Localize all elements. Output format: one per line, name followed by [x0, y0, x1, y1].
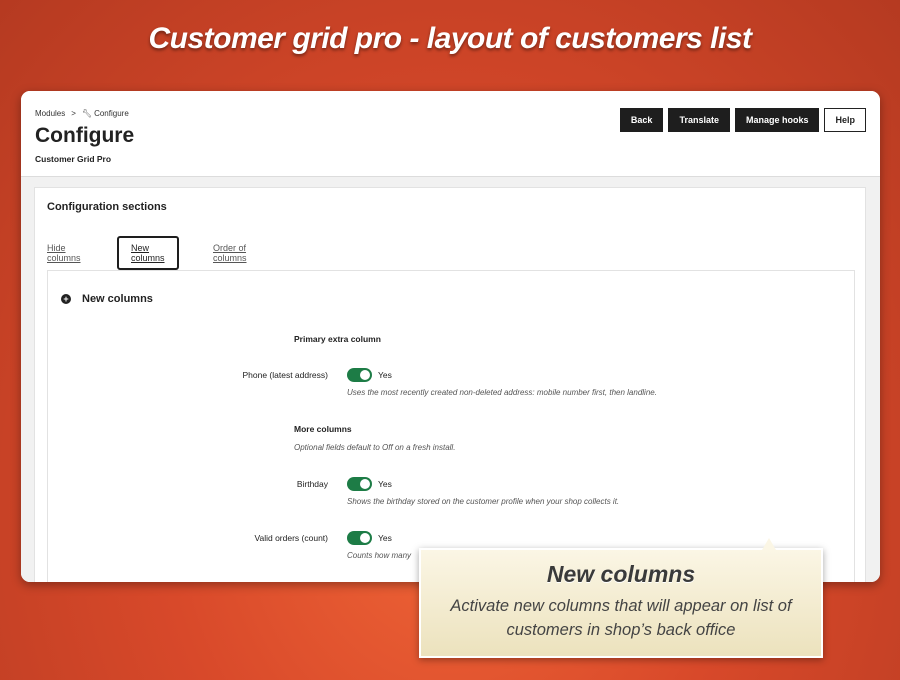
tab-hide-columns[interactable]: Hide columns [47, 236, 81, 270]
admin-window: Modules > 🔧︎ Configure Configure Customer G… [21, 91, 880, 582]
manage-hooks-button[interactable]: Manage hooks [734, 108, 820, 132]
more-columns-heading: More columns [294, 424, 352, 434]
birthday-help-text: Shows the birthday stored on the custome… [347, 497, 620, 506]
page-title: Configure [35, 124, 135, 147]
back-button[interactable]: Back [619, 108, 664, 132]
breadcrumb: Modules > 🔧︎ Configure [35, 109, 129, 118]
configuration-card: Configuration sections Hide columns New … [34, 187, 866, 582]
callout-pointer-fill [762, 538, 776, 550]
breadcrumb-separator: > [71, 109, 76, 118]
callout-text: Activate new columns that will appear on… [450, 597, 792, 639]
help-button[interactable]: Help [824, 108, 866, 132]
valid-orders-label: Valid orders (count) [254, 533, 328, 543]
banner-title: Customer grid pro - layout of customers … [148, 22, 752, 55]
wrench-icon: 🔧︎ [81, 109, 93, 118]
toggle-knob [360, 370, 370, 380]
toggle-knob [360, 533, 370, 543]
breadcrumb-configure: Configure [94, 109, 129, 118]
valid-orders-toggle[interactable] [347, 531, 372, 545]
valid-orders-toggle-label: Yes [378, 533, 392, 543]
section-header[interactable]: + New columns [61, 293, 153, 305]
toolbar: Back Translate Manage hooks Help [619, 108, 866, 132]
toggle-knob [360, 479, 370, 489]
callout-box: New columns Activate new columns that wi… [419, 548, 823, 658]
phone-help-text: Uses the most recently created non-delet… [347, 388, 657, 397]
primary-extra-column-heading: Primary extra column [294, 334, 381, 344]
page-header: Modules > 🔧︎ Configure Configure Customer G… [21, 91, 880, 176]
valid-orders-help-text: Counts how many [347, 551, 412, 560]
tab-new-columns[interactable]: New columns [117, 236, 179, 270]
phone-toggle[interactable] [347, 368, 372, 382]
breadcrumb-modules[interactable]: Modules [35, 109, 65, 118]
birthday-label: Birthday [296, 479, 328, 489]
phone-toggle-label: Yes [378, 370, 392, 380]
section-title: New columns [82, 293, 153, 305]
phone-label: Phone (latest address) [242, 370, 328, 380]
plus-circle-icon: + [61, 294, 71, 304]
callout-title: New columns [546, 561, 696, 587]
birthday-toggle-label: Yes [378, 479, 392, 489]
birthday-toggle[interactable] [347, 477, 372, 491]
more-columns-help-text: Optional fields default to Off on a fres… [294, 443, 456, 452]
tab-order-of-columns[interactable]: Order of columns [213, 236, 247, 270]
configuration-title: Configuration sections [47, 201, 167, 213]
translate-button[interactable]: Translate [668, 108, 730, 132]
new-columns-panel: + New columns Primary extra column Phone… [47, 270, 855, 582]
page-subtitle: Customer Grid Pro [35, 154, 112, 164]
